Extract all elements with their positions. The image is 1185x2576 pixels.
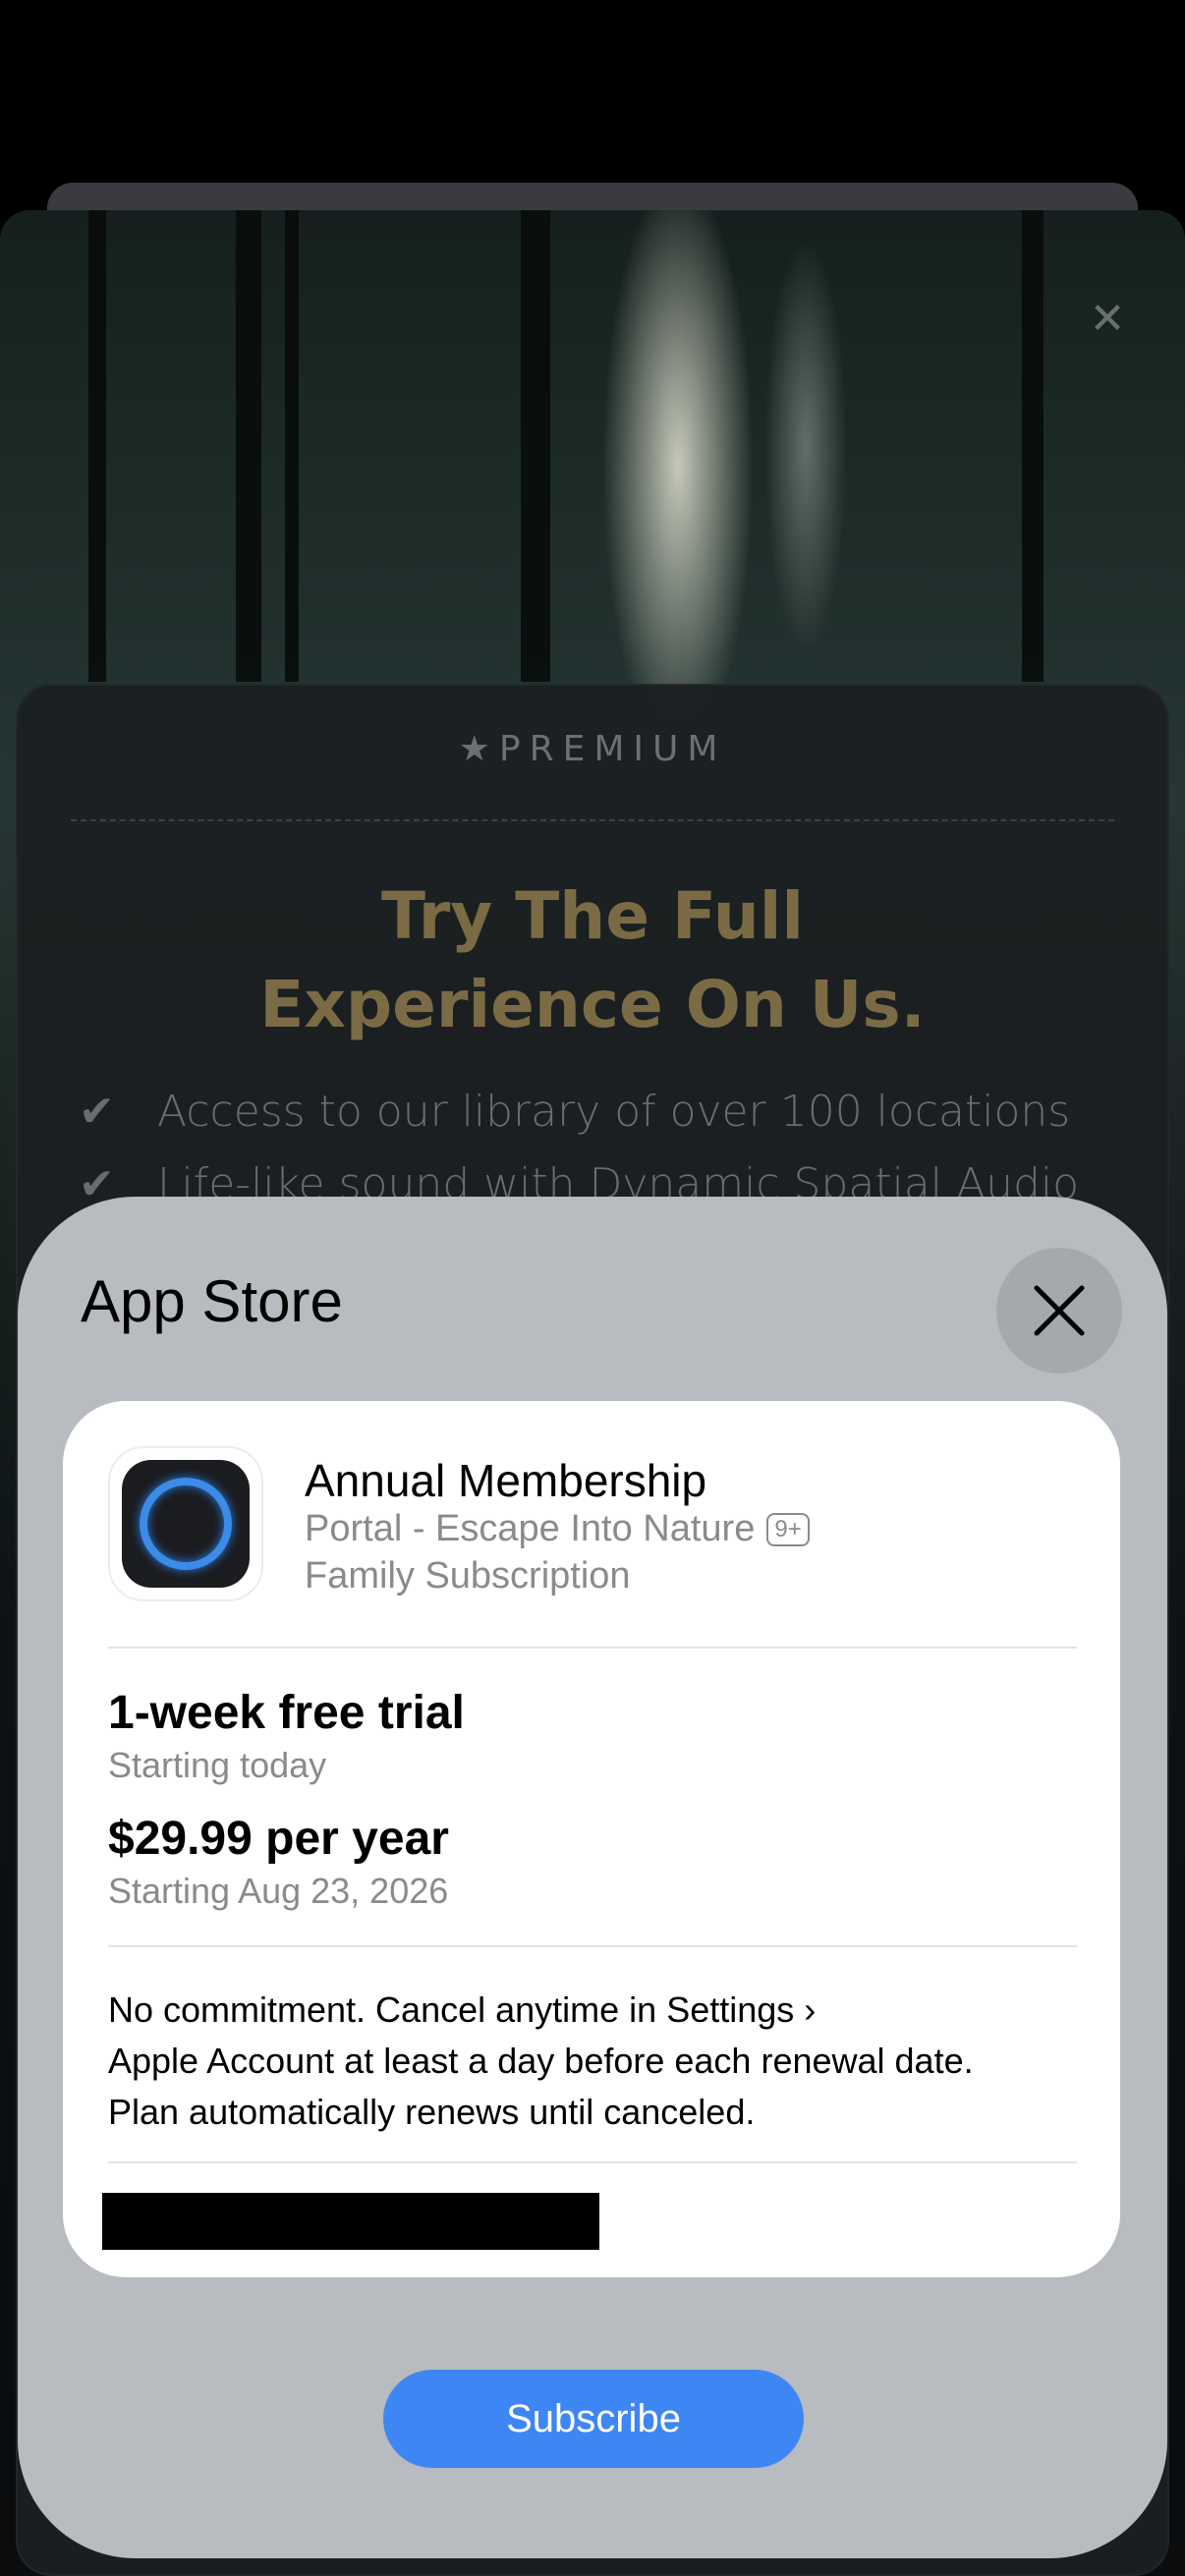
price-start: Starting Aug 23, 2026 <box>108 1871 449 1911</box>
ring-icon <box>140 1478 232 1570</box>
notice-line-1: No commitment. Cancel anytime in Setting… <box>108 1989 817 2030</box>
notice-line-3: Plan automatically renews until canceled… <box>108 2092 756 2132</box>
settings-link[interactable]: Settings › <box>666 1989 816 2030</box>
divider <box>108 1945 1077 1947</box>
tree-trunk <box>521 210 550 682</box>
product-name: Annual Membership <box>305 1455 707 1506</box>
paywall-headline: Try The Full Experience On Us. <box>0 872 1185 1049</box>
chevron-right-icon: › <box>804 1989 817 2030</box>
headline-line-2: Experience On Us. <box>259 967 926 1042</box>
close-icon <box>1034 1285 1085 1336</box>
divider <box>108 2161 1077 2163</box>
subscribe-button[interactable]: Subscribe <box>383 2370 804 2468</box>
headline-line-1: Try The Full <box>380 878 805 954</box>
tree-trunk <box>1022 210 1044 682</box>
close-button[interactable] <box>996 1248 1122 1373</box>
sheet-title: App Store <box>81 1268 343 1334</box>
tree-trunk <box>236 210 261 682</box>
renewal-notice: No commitment. Cancel anytime in Setting… <box>108 1985 974 2138</box>
trial-title: 1-week free trial <box>108 1687 465 1739</box>
redacted-account-info <box>102 2193 599 2250</box>
divider <box>108 1647 1077 1649</box>
portal-app-icon <box>122 1460 250 1588</box>
tree-trunk <box>88 210 106 682</box>
trial-start: Starting today <box>108 1745 327 1785</box>
feature-item: ✔ Access to our library of over 100 loca… <box>79 1087 1071 1137</box>
price-title: $29.99 per year <box>108 1813 449 1865</box>
age-rating-badge: 9+ <box>766 1512 810 1546</box>
app-name: Portal - Escape Into Nature 9+ <box>305 1508 810 1550</box>
notice-line-2: Apple Account at least a day before each… <box>108 2041 974 2081</box>
subscription-type: Family Subscription <box>305 1555 631 1596</box>
tree-trunk <box>285 210 299 682</box>
dashed-divider <box>71 819 1114 821</box>
star-icon: ★ <box>458 729 499 769</box>
checkmark-icon: ✔ <box>79 1087 115 1137</box>
close-icon[interactable]: ✕ <box>1083 295 1132 344</box>
premium-label: ★PREMIUM <box>458 729 727 769</box>
